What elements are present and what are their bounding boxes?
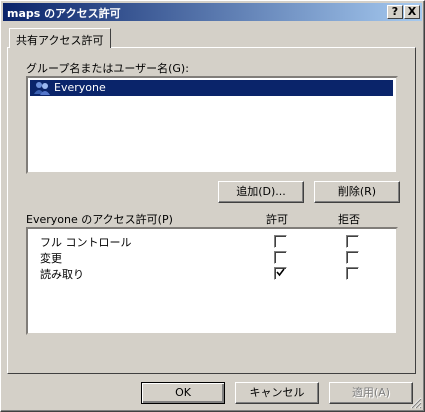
window-title: maps のアクセス許可 (7, 7, 121, 20)
permission-row-full-control: フル コントロール (40, 234, 132, 250)
help-button[interactable]: ? (387, 5, 403, 19)
deny-header: 拒否 (338, 213, 360, 226)
read-deny-checkbox[interactable] (346, 267, 359, 280)
permissions-label: Everyone のアクセス許可(P) (26, 213, 173, 226)
tab-label: 共有アクセス許可 (16, 34, 104, 47)
close-button[interactable]: X (404, 5, 420, 19)
users-group-icon (34, 82, 50, 95)
cancel-button[interactable]: キャンセル (235, 382, 319, 404)
apply-button[interactable]: 適用(A) (329, 382, 413, 404)
permissions-list: フル コントロール 変更 読み取り (26, 227, 398, 335)
allow-header: 許可 (266, 213, 288, 226)
full-control-deny-checkbox[interactable] (346, 235, 359, 248)
permission-label: フル コントロール (40, 236, 132, 249)
permissions-dialog: maps のアクセス許可 ? X 共有アクセス許可 グループ名またはユーザー名(… (0, 0, 425, 412)
title-bar[interactable]: maps のアクセス許可 ? X (3, 3, 422, 21)
permission-row-change: 変更 (40, 250, 62, 266)
tab-panel: グループ名またはユーザー名(G): Everyone 追加(D)... 削除(R… (7, 47, 416, 374)
permission-label: 変更 (40, 252, 62, 265)
permission-row-read: 読み取り (40, 266, 84, 282)
group-user-list[interactable]: Everyone (26, 76, 398, 174)
tab-share-permissions[interactable]: 共有アクセス許可 (9, 28, 111, 48)
group-list-label: グループ名またはユーザー名(G): (26, 62, 189, 75)
ok-button[interactable]: OK (141, 382, 225, 404)
add-button[interactable]: 追加(D)... (218, 181, 304, 203)
change-deny-checkbox[interactable] (346, 251, 359, 264)
remove-button[interactable]: 削除(R) (314, 181, 400, 203)
permission-label: 読み取り (40, 268, 84, 281)
checkmark-icon (276, 268, 285, 277)
list-item-label: Everyone (54, 81, 106, 94)
read-allow-checkbox[interactable] (274, 267, 287, 280)
list-item-everyone[interactable]: Everyone (30, 80, 393, 96)
change-allow-checkbox[interactable] (274, 251, 287, 264)
resize-grip-icon[interactable] (410, 397, 422, 409)
full-control-allow-checkbox[interactable] (274, 235, 287, 248)
